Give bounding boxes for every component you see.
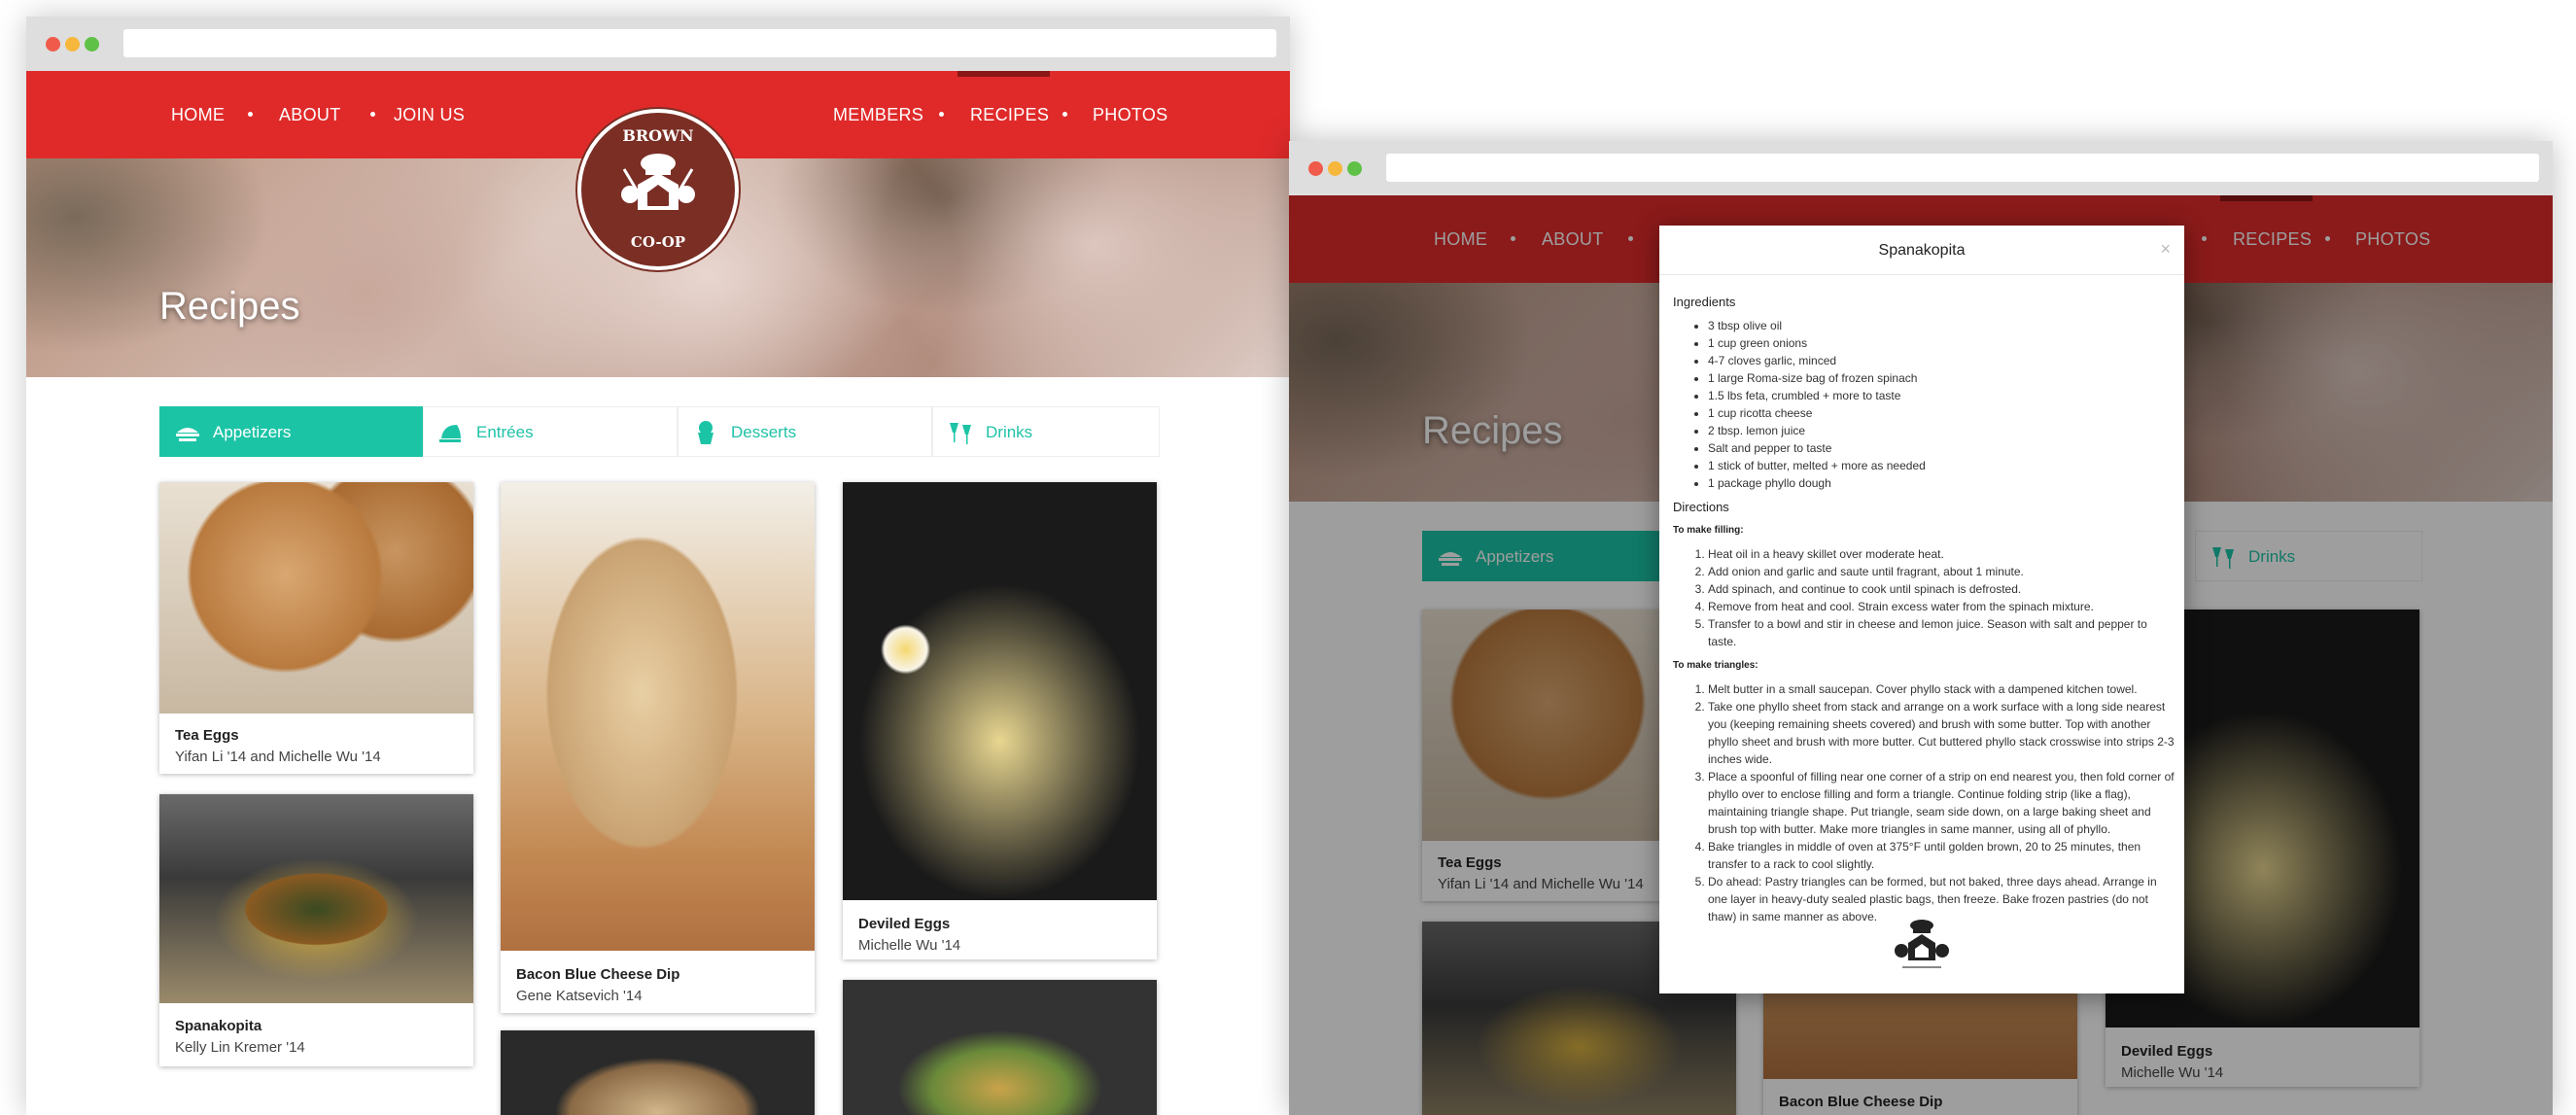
modal-body: Ingredients 3 tbsp olive oil 1 cup green… — [1673, 294, 2175, 932]
close-window-button[interactable] — [46, 37, 60, 52]
tab-entrees[interactable]: Entrées — [423, 406, 678, 457]
nav-home[interactable]: HOME — [171, 105, 225, 125]
recipe-title: Tea Eggs — [175, 727, 239, 744]
recipe-photo — [159, 482, 473, 714]
recipe-card-tea-eggs[interactable]: Tea Eggs Yifan Li '14 and Michelle Wu '1… — [159, 482, 473, 774]
recipe-card[interactable] — [843, 980, 1157, 1115]
recipe-photo — [843, 980, 1157, 1115]
recipe-author: Michelle Wu '14 — [858, 937, 961, 954]
nav-about[interactable]: ABOUT — [279, 105, 341, 125]
nav-separator — [248, 112, 253, 117]
tab-label: Drinks — [986, 423, 1033, 441]
recipe-card-deviled-eggs[interactable]: Deviled Eggs Michelle Wu '14 — [843, 482, 1157, 959]
cloche-icon — [439, 425, 461, 442]
step-item: Take one phyllo sheet from stack and arr… — [1708, 698, 2175, 768]
nav-photos[interactable]: PHOTOS — [1093, 105, 1167, 125]
nav-recipes[interactable]: RECIPES — [970, 105, 1049, 125]
recipe-title: Deviled Eggs — [858, 916, 951, 932]
triangles-heading: To make triangles: — [1673, 660, 1758, 671]
directions-heading: Directions — [1673, 500, 1729, 514]
ingredient-item: 1 stick of butter, melted + more as need… — [1708, 457, 2175, 474]
ingredient-item: Salt and pepper to taste — [1708, 439, 2175, 457]
glasses-icon — [950, 423, 971, 444]
ingredient-item: 3 tbsp olive oil — [1708, 317, 2175, 334]
recipe-title: Spanakopita — [175, 1018, 262, 1034]
maximize-window-button[interactable] — [85, 37, 99, 52]
recipe-photo — [501, 1030, 815, 1115]
modal-title: Spanakopita — [1878, 242, 1966, 259]
nav-separator — [370, 112, 375, 117]
recipe-photo — [843, 482, 1157, 900]
recipe-author: Kelly Lin Kremer '14 — [175, 1039, 305, 1056]
tab-label: Entrées — [476, 423, 534, 441]
divider — [1659, 274, 2184, 275]
logo-text-top: BROWN — [622, 126, 694, 145]
tab-label: Appetizers — [213, 423, 292, 441]
filling-steps: Heat oil in a heavy skillet over moderat… — [1708, 545, 2175, 650]
chef-emblem-icon — [1895, 920, 1949, 968]
recipe-photo — [501, 482, 815, 951]
triangle-steps: Melt butter in a small saucepan. Cover p… — [1708, 680, 2175, 925]
cupcake-icon — [698, 421, 714, 444]
tab-appetizers[interactable]: Appetizers — [159, 406, 423, 457]
ingredient-item: 1 cup green onions — [1708, 334, 2175, 352]
step-item: Transfer to a bowl and stir in cheese an… — [1708, 615, 2175, 650]
ingredient-item: 1.5 lbs feta, crumbled + more to taste — [1708, 387, 2175, 404]
logo-text-bottom: CO-OP — [630, 233, 686, 251]
ingredient-item: 1 large Roma-size bag of frozen spinach — [1708, 369, 2175, 387]
ingredient-item: 2 tbsp. lemon juice — [1708, 422, 2175, 439]
nav-join-us[interactable]: JOIN US — [394, 105, 465, 125]
recipe-modal: Spanakopita × Ingredients 3 tbsp olive o… — [1659, 226, 2184, 993]
address-bar[interactable] — [1386, 154, 2539, 182]
recipe-title: Bacon Blue Cheese Dip — [516, 966, 680, 983]
step-item: Heat oil in a heavy skillet over moderat… — [1708, 545, 2175, 563]
maximize-window-button[interactable] — [1347, 161, 1362, 176]
step-item: Add onion and garlic and saute until fra… — [1708, 563, 2175, 580]
nav-separator — [1062, 112, 1067, 117]
recipe-photo — [159, 794, 473, 1003]
recipe-card-bacon-blue-cheese-dip[interactable]: Bacon Blue Cheese Dip Gene Katsevich '14 — [501, 482, 815, 1013]
step-item: Melt butter in a small saucepan. Cover p… — [1708, 680, 2175, 698]
plate-icon — [176, 428, 199, 441]
ingredient-item: 1 package phyllo dough — [1708, 474, 2175, 492]
ingredient-item: 4-7 cloves garlic, minced — [1708, 352, 2175, 369]
browser-toolbar — [26, 17, 1290, 71]
nav-members[interactable]: MEMBERS — [833, 105, 923, 125]
category-tabs: Appetizers Entrées Desserts Drinks — [159, 406, 1160, 457]
close-icon[interactable]: × — [2160, 239, 2171, 260]
ingredients-heading: Ingredients — [1673, 295, 1736, 309]
site-logo[interactable]: BROWN CO-OP — [577, 109, 739, 270]
recipe-card[interactable] — [501, 1030, 815, 1115]
minimize-window-button[interactable] — [65, 37, 80, 52]
ingredients-list: 3 tbsp olive oil 1 cup green onions 4-7 … — [1708, 317, 2175, 492]
browser-window-front: HOME ABOUT JOIN US MEMBERS RECIPES PHOTO… — [26, 17, 1290, 1115]
step-item: Place a spoonful of filling near one cor… — [1708, 768, 2175, 838]
close-window-button[interactable] — [1308, 161, 1323, 176]
recipe-author: Yifan Li '14 and Michelle Wu '14 — [175, 749, 381, 765]
page-title: Recipes — [159, 285, 300, 328]
step-item: Add spinach, and continue to cook until … — [1708, 580, 2175, 598]
tab-drinks[interactable]: Drinks — [932, 406, 1160, 457]
step-item: Remove from heat and cool. Strain excess… — [1708, 598, 2175, 615]
minimize-window-button[interactable] — [1328, 161, 1342, 176]
tab-desserts[interactable]: Desserts — [678, 406, 932, 457]
ingredient-item: 1 cup ricotta cheese — [1708, 404, 2175, 422]
tab-label: Desserts — [731, 423, 797, 441]
step-item: Bake triangles in middle of oven at 375°… — [1708, 838, 2175, 873]
recipe-author: Gene Katsevich '14 — [516, 988, 643, 1004]
nav-separator — [939, 112, 944, 117]
chef-emblem-icon — [621, 154, 695, 210]
nav-active-indicator — [957, 71, 1050, 77]
recipe-card-spanakopita[interactable]: Spanakopita Kelly Lin Kremer '14 — [159, 794, 473, 1066]
browser-toolbar — [1289, 141, 2553, 195]
filling-heading: To make filling: — [1673, 525, 1744, 536]
address-bar[interactable] — [123, 29, 1276, 57]
